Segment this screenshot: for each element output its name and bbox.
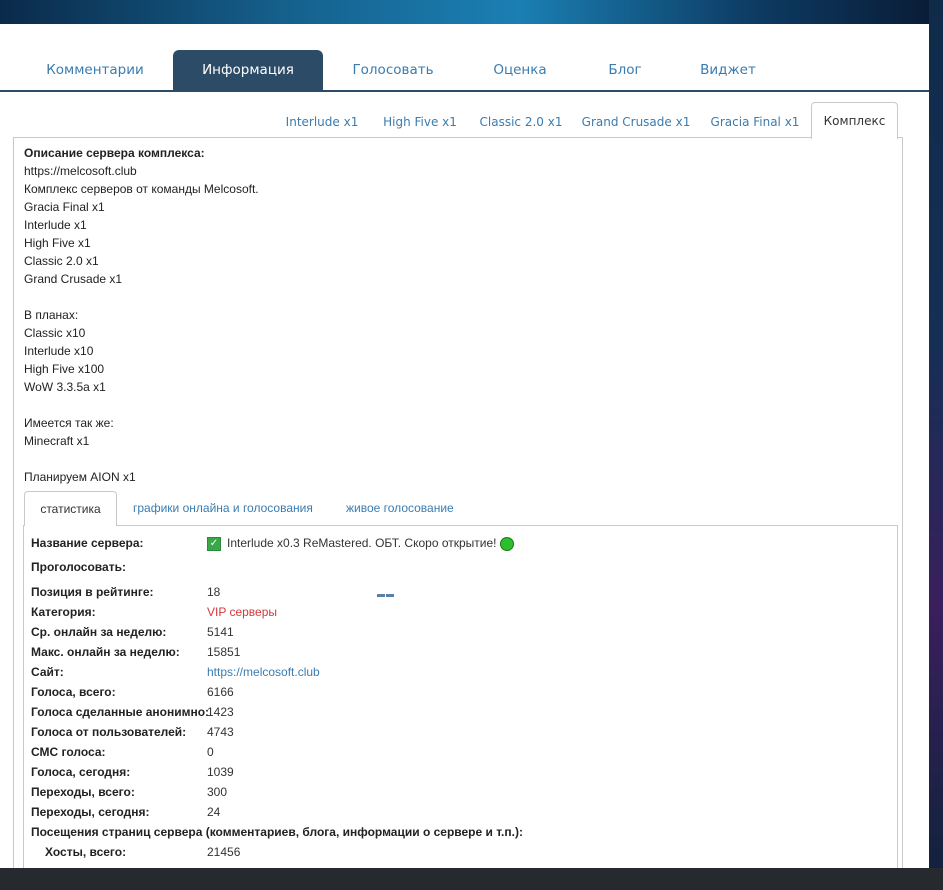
- description-line: High Five x100: [24, 362, 105, 376]
- subtab-interlude[interactable]: Interlude x1: [282, 110, 362, 134]
- stat-value: 300: [207, 785, 228, 799]
- category-link[interactable]: VIP серверы: [207, 602, 277, 622]
- subtab-complex[interactable]: Комплекс: [811, 102, 898, 139]
- server-name-text: Interlude x0.3 ReMastered. ОБТ. Скоро от…: [227, 536, 497, 550]
- tab-information[interactable]: Информация: [173, 50, 323, 90]
- tab-live-voting[interactable]: живое голосование: [346, 491, 454, 525]
- tab-rating[interactable]: Оценка: [470, 50, 570, 90]
- stat-label: Категория:: [31, 605, 96, 619]
- stat-value: 18: [207, 585, 221, 599]
- statistics-box: [23, 525, 898, 868]
- stat-label: Переходы, сегодня:: [31, 805, 150, 819]
- server-name-value: ✓ Interlude x0.3 ReMastered. ОБТ. Скоро о…: [207, 533, 515, 553]
- stat-value: 24: [207, 805, 221, 819]
- description-line: Classic 2.0 x1: [24, 254, 99, 268]
- description-line: Имеется так же:: [24, 416, 114, 430]
- description-line: Gracia Final x1: [24, 200, 105, 214]
- subtab-high-five[interactable]: High Five x1: [380, 110, 460, 134]
- stat-label: Голоса, сегодня:: [31, 765, 131, 779]
- stat-label: Голоса от пользователей:: [31, 725, 187, 739]
- tab-online-charts[interactable]: графики онлайна и голосования: [133, 491, 313, 525]
- stat-value: 6166: [207, 685, 234, 699]
- description-line: В планах:: [24, 308, 79, 322]
- main-tabs: Комментарии Информация Голосовать Оценка…: [0, 50, 929, 92]
- stat-label: Переходы, всего:: [31, 785, 135, 799]
- server-info-panel: Комментарии Информация Голосовать Оценка…: [0, 24, 929, 868]
- stat-label: СМС голоса:: [31, 745, 106, 759]
- stat-label: Проголосовать:: [31, 560, 126, 574]
- stat-value: 21456: [207, 845, 241, 859]
- stat-value: 5141: [207, 625, 234, 639]
- tab-vote[interactable]: Голосовать: [335, 50, 451, 90]
- tab-statistics[interactable]: статистика: [24, 491, 117, 526]
- background-footer: [0, 868, 943, 890]
- stat-label: Голоса, всего:: [31, 685, 116, 699]
- description-line: Minecraft x1: [24, 434, 90, 448]
- background-side: [929, 0, 943, 870]
- stat-label: Позиция в рейтинге:: [31, 585, 154, 599]
- stat-label: Название сервера:: [31, 536, 144, 550]
- vote-widget-icon[interactable]: [377, 586, 395, 600]
- site-link[interactable]: https://melcosoft.club: [207, 662, 320, 682]
- description-line: [24, 396, 259, 414]
- stat-label: Ср. онлайн за неделю:: [31, 625, 167, 639]
- stat-value: 4743: [207, 725, 234, 739]
- online-status-icon: [500, 536, 515, 551]
- description-line: Планируем AION x1: [24, 470, 136, 484]
- description-line: Комплекс серверов от команды Melcosoft.: [24, 182, 259, 196]
- stat-value: 0: [207, 745, 214, 759]
- stat-label: Голоса сделанные анонимно:: [31, 705, 210, 719]
- stat-label: Макс. онлайн за неделю:: [31, 645, 180, 659]
- stat-value: 1039: [207, 765, 234, 779]
- server-description: Описание сервера комплекса: https://melc…: [24, 144, 259, 486]
- subtab-gracia-final[interactable]: Gracia Final x1: [709, 110, 801, 134]
- visits-heading: Посещения страниц сервера (комментариев,…: [31, 825, 523, 839]
- background-banner: [0, 0, 943, 26]
- description-line: WoW 3.3.5a x1: [24, 380, 106, 394]
- subtab-classic[interactable]: Classic 2.0 x1: [478, 110, 564, 134]
- stat-value: 1423: [207, 705, 234, 719]
- checkmark-icon: ✓: [207, 536, 221, 551]
- tab-widget[interactable]: Виджет: [688, 50, 768, 90]
- description-line: Grand Crusade x1: [24, 272, 123, 286]
- description-line: [24, 288, 259, 306]
- stat-label: Сайт:: [31, 665, 64, 679]
- subtab-grand-crusade[interactable]: Grand Crusade x1: [581, 110, 691, 134]
- stat-label: Хосты, всего:: [45, 845, 127, 859]
- description-line: Classic x10: [24, 326, 86, 340]
- tab-blog[interactable]: Блог: [590, 50, 660, 90]
- tab-comments[interactable]: Комментарии: [30, 50, 160, 90]
- description-line: https://melcosoft.club: [24, 164, 137, 178]
- description-line: High Five x1: [24, 236, 91, 250]
- description-line: Interlude x10: [24, 344, 94, 358]
- description-line: [24, 450, 259, 468]
- stat-value: 15851: [207, 645, 241, 659]
- description-line: Interlude x1: [24, 218, 87, 232]
- description-title: Описание сервера комплекса:: [24, 146, 205, 160]
